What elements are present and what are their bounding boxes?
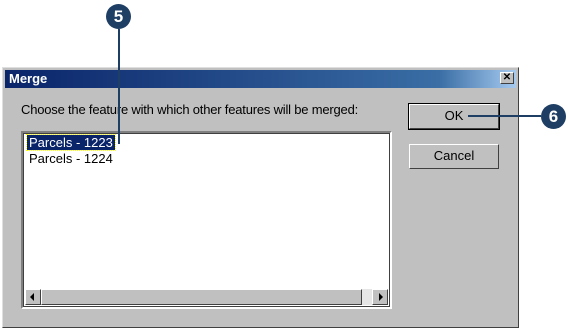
arrow-right-icon (379, 293, 383, 301)
step-5-callout: 5 (106, 4, 131, 29)
title-bar[interactable]: Merge ✕ (5, 70, 516, 88)
callout-6-leader-line (468, 115, 541, 117)
scroll-left-button[interactable] (25, 289, 41, 305)
dialog-title: Merge (9, 71, 48, 86)
scroll-thumb[interactable] (41, 289, 362, 305)
page: Merge ✕ Choose the feature with which ot… (0, 0, 568, 330)
close-button[interactable]: ✕ (500, 72, 514, 84)
horizontal-scrollbar[interactable] (25, 289, 388, 305)
close-icon: ✕ (502, 72, 512, 83)
step-6-callout: 6 (541, 104, 566, 129)
arrow-left-icon (30, 293, 34, 301)
scroll-right-button[interactable] (372, 289, 388, 305)
callout-5-leader-line (118, 29, 120, 144)
merge-dialog: Merge ✕ Choose the feature with which ot… (2, 67, 519, 328)
cancel-button[interactable]: Cancel (409, 144, 499, 169)
prompt-label: Choose the feature with which other feat… (21, 102, 359, 117)
list-item-parcels-1224[interactable]: Parcels - 1224 (27, 151, 115, 166)
feature-listbox[interactable]: Parcels - 1223 Parcels - 1224 (21, 131, 392, 309)
list-item-parcels-1223[interactable]: Parcels - 1223 (26, 134, 116, 151)
